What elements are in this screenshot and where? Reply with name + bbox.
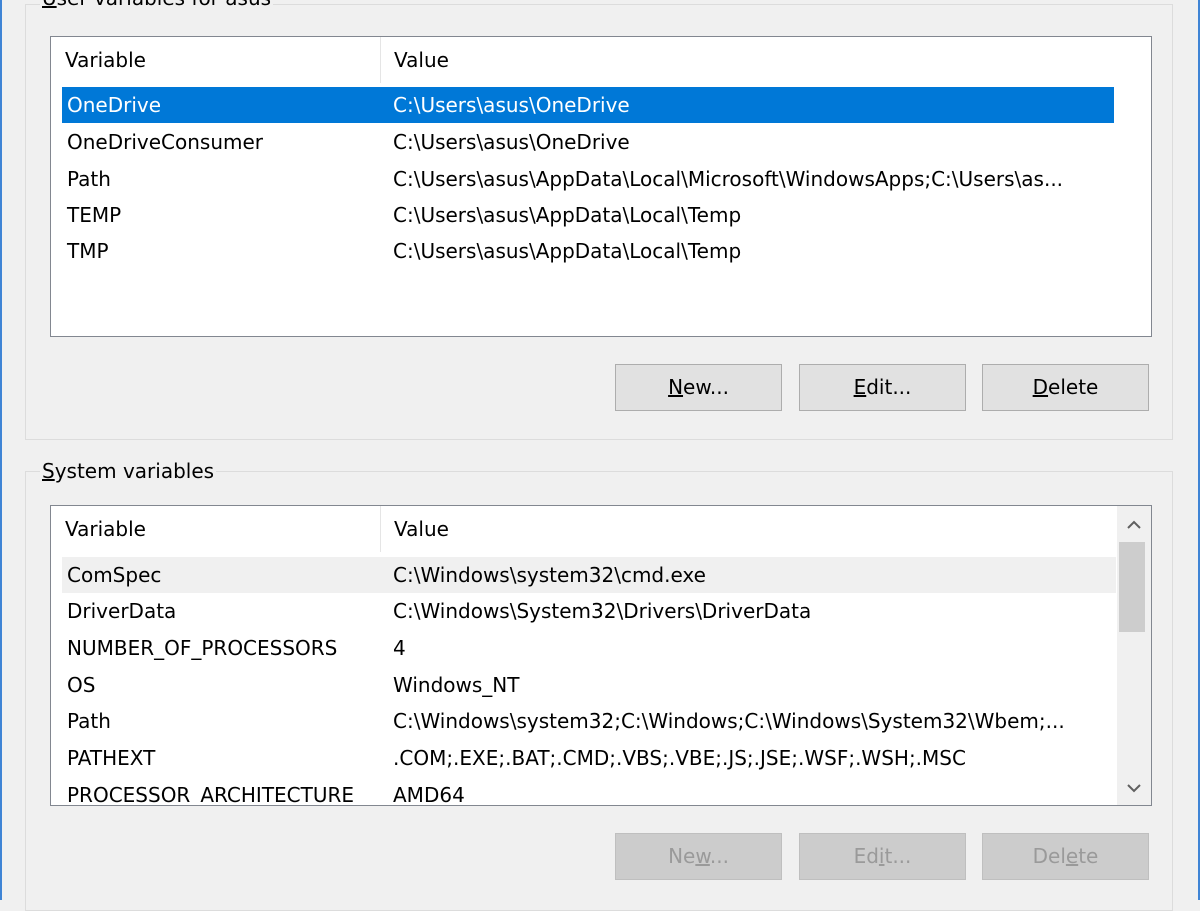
table-row-os[interactable]: OS Windows_NT: [62, 667, 1116, 703]
cell-variable: NUMBER_OF_PROCESSORS: [67, 636, 338, 660]
cell-variable: ComSpec: [67, 563, 162, 587]
user-edit-button[interactable]: Edit...: [799, 364, 966, 411]
user-list-header: Variable Value: [51, 37, 1151, 83]
cell-value: .COM;.EXE;.BAT;.CMD;.VBS;.VBE;.JS;.JSE;.…: [393, 746, 966, 770]
cell-variable: DriverData: [67, 599, 177, 623]
environment-variables-window: User variables for asus Variable Value O…: [0, 0, 1200, 911]
system-variables-caption: System variables: [40, 459, 217, 483]
cell-variable: OneDriveConsumer: [67, 130, 264, 154]
system-list-header: Variable Value: [51, 506, 1151, 552]
table-row-driverdata[interactable]: DriverData C:\Windows\System32\Drivers\D…: [62, 593, 1116, 629]
user-variables-caption: User variables for asus: [40, 0, 274, 10]
user-variables-list[interactable]: Variable Value OneDrive C:\Users\asus\On…: [50, 36, 1152, 337]
table-row-path[interactable]: Path C:\Users\asus\AppData\Local\Microso…: [62, 161, 1114, 197]
table-row-number-of-processors[interactable]: NUMBER_OF_PROCESSORS 4: [62, 630, 1116, 666]
cell-variable: PROCESSOR_ARCHITECTURE: [67, 783, 355, 806]
table-row-pathext[interactable]: PATHEXT .COM;.EXE;.BAT;.CMD;.VBS;.VBE;.J…: [62, 740, 1116, 776]
column-header-value[interactable]: Value: [380, 37, 1151, 83]
column-header-value[interactable]: Value: [380, 506, 1115, 552]
table-row-onedrive[interactable]: OneDrive C:\Users\asus\OneDrive: [62, 87, 1114, 123]
cell-value: C:\Users\asus\AppData\Local\Temp: [393, 203, 742, 227]
table-row-processor-architecture[interactable]: PROCESSOR_ARCHITECTURE AMD64: [62, 777, 1116, 806]
column-header-variable[interactable]: Variable: [51, 506, 380, 552]
cell-variable: OneDrive: [67, 93, 162, 117]
user-new-button[interactable]: New...: [615, 364, 782, 411]
cell-value: AMD64: [393, 783, 465, 806]
system-new-button[interactable]: New...: [615, 833, 782, 880]
column-header-variable[interactable]: Variable: [51, 37, 380, 83]
cell-value: C:\Users\asus\OneDrive: [393, 130, 630, 154]
cell-value: C:\Windows\system32\cmd.exe: [393, 563, 706, 587]
table-row-temp[interactable]: TEMP C:\Users\asus\AppData\Local\Temp: [62, 197, 1114, 233]
system-delete-button[interactable]: Delete: [982, 833, 1149, 880]
cell-value: C:\Users\asus\OneDrive: [393, 93, 630, 117]
cell-variable: TEMP: [67, 203, 122, 227]
user-delete-button[interactable]: Delete: [982, 364, 1149, 411]
cell-value: C:\Windows\System32\Drivers\DriverData: [393, 599, 812, 623]
cell-variable: Path: [67, 167, 111, 191]
cell-value: C:\Users\asus\AppData\Local\Microsoft\Wi…: [393, 167, 1064, 191]
system-variables-list[interactable]: Variable Value ComSpec C:\Windows\system…: [50, 505, 1152, 806]
cell-variable: OS: [67, 673, 96, 697]
system-edit-button[interactable]: Edit...: [799, 833, 966, 880]
table-row-tmp[interactable]: TMP C:\Users\asus\AppData\Local\Temp: [62, 233, 1114, 269]
cell-value: C:\Users\asus\AppData\Local\Temp: [393, 239, 742, 263]
table-row-onedriveconsumer[interactable]: OneDriveConsumer C:\Users\asus\OneDrive: [62, 124, 1114, 160]
cell-variable: PATHEXT: [67, 746, 156, 770]
table-row-comspec[interactable]: ComSpec C:\Windows\system32\cmd.exe: [62, 557, 1116, 593]
cell-variable: TMP: [67, 239, 109, 263]
scroll-up-icon[interactable]: [1117, 508, 1151, 542]
window-border-left: [0, 0, 2, 900]
scrollbar-thumb[interactable]: [1119, 542, 1145, 632]
cell-value: 4: [393, 636, 406, 660]
table-row-path[interactable]: Path C:\Windows\system32;C:\Windows;C:\W…: [62, 703, 1116, 739]
cell-value: C:\Windows\system32;C:\Windows;C:\Window…: [393, 709, 1065, 733]
cell-value: Windows_NT: [393, 673, 520, 697]
system-list-scrollbar[interactable]: [1117, 506, 1151, 805]
scroll-down-icon[interactable]: [1117, 771, 1151, 805]
cell-variable: Path: [67, 709, 111, 733]
